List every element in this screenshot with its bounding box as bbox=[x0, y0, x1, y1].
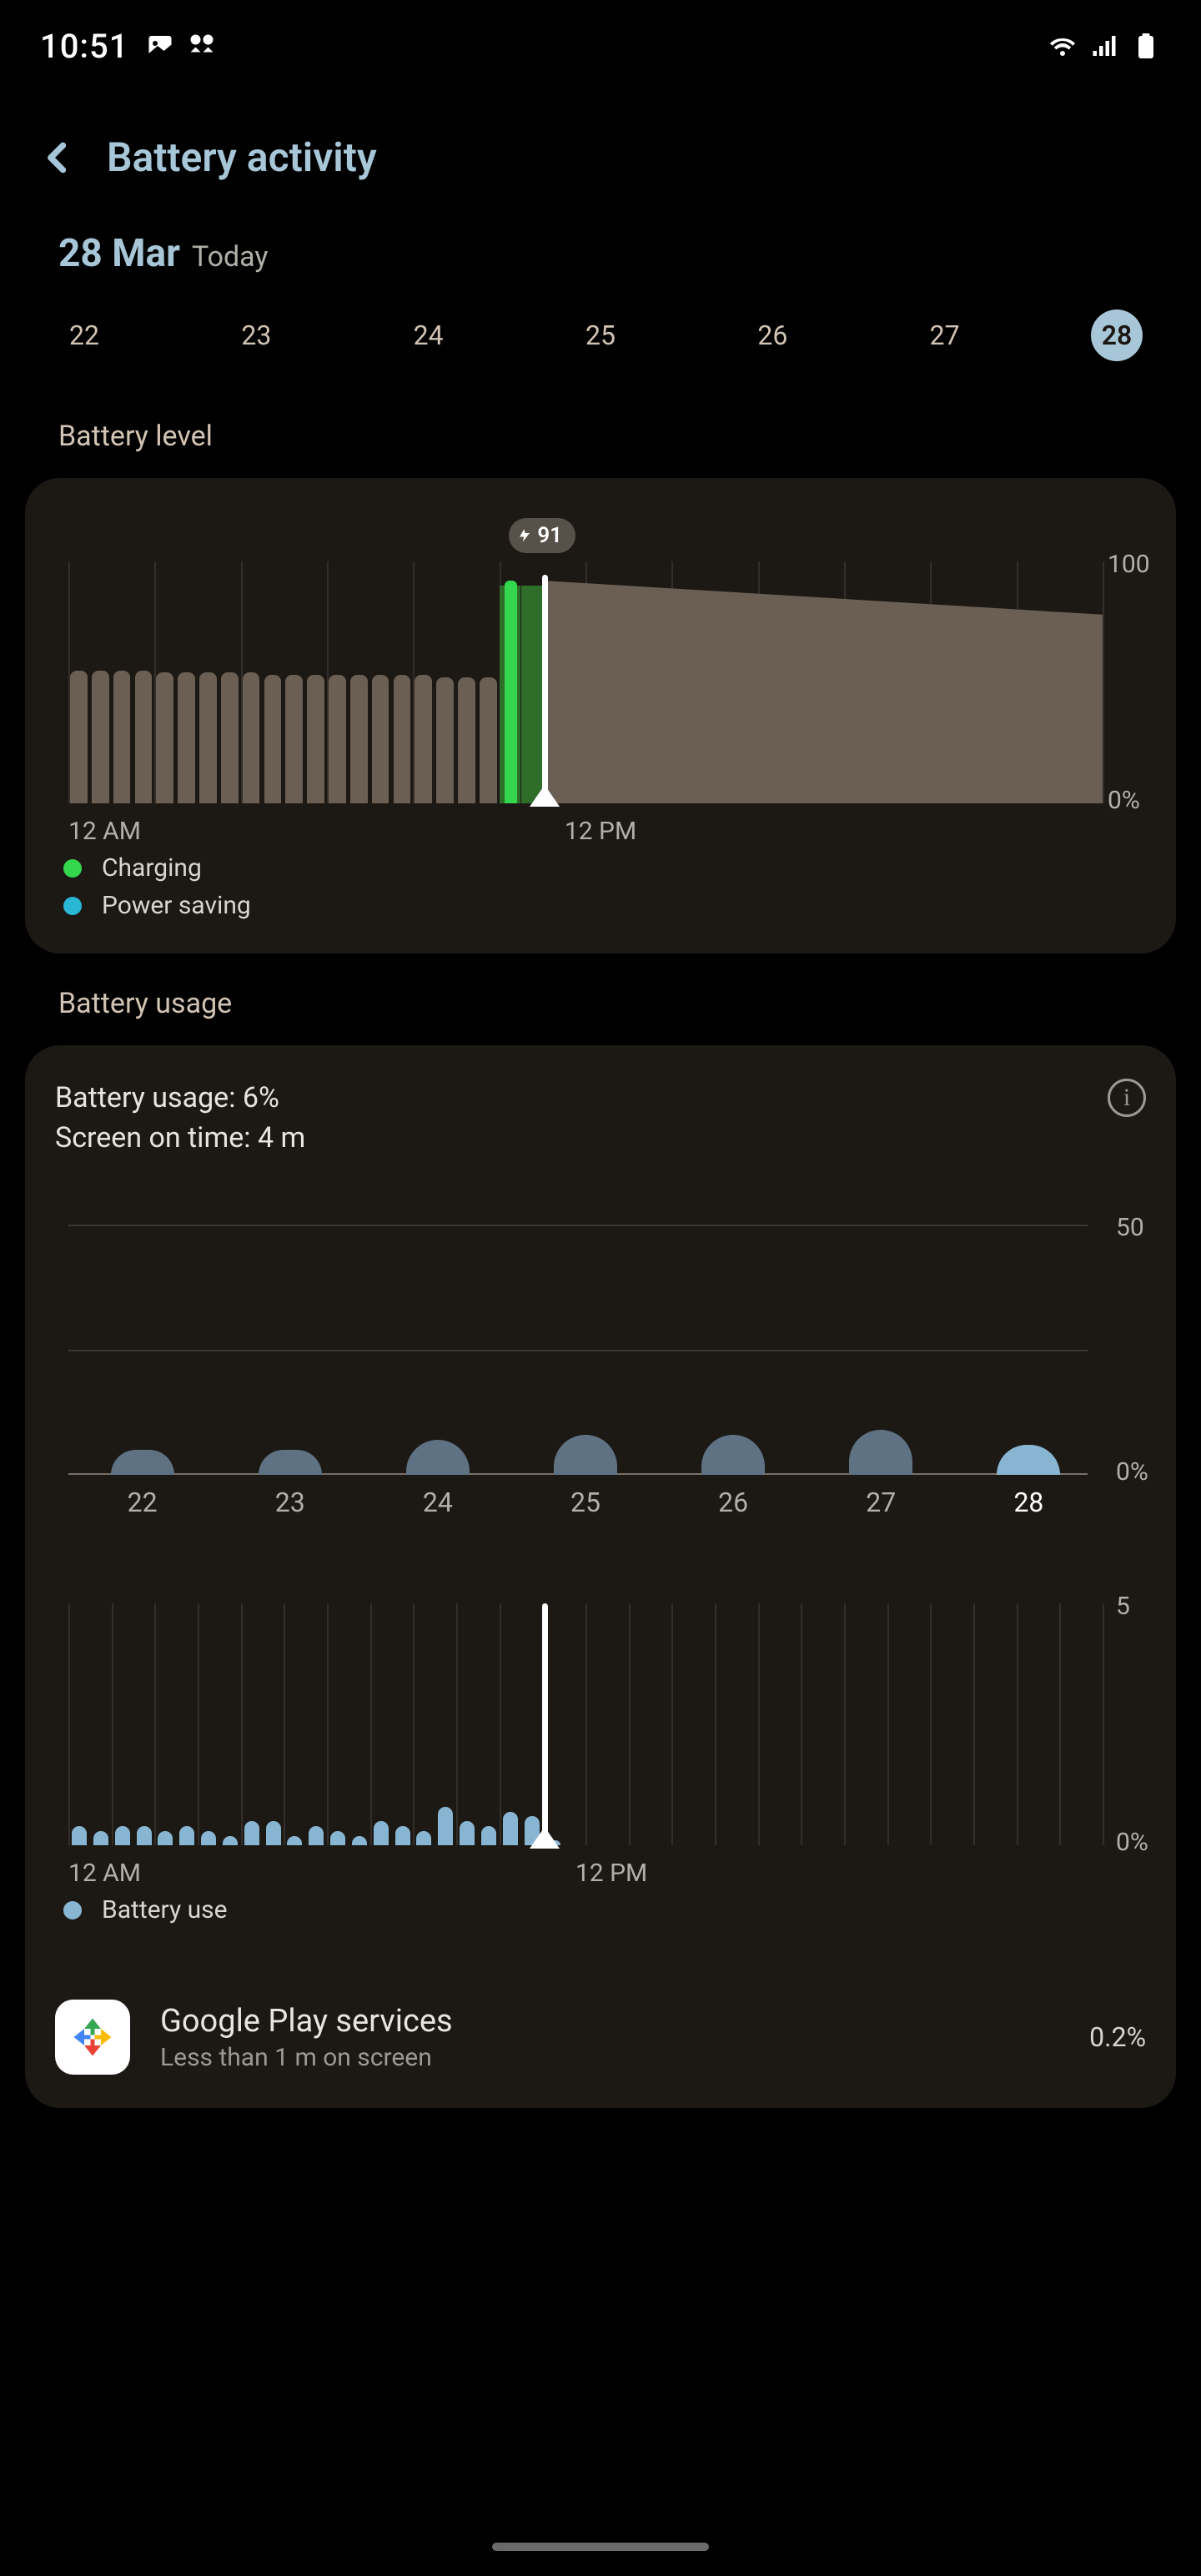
app-row-play-services[interactable]: Google Play services Less than 1 m on sc… bbox=[55, 2000, 1146, 2075]
day-chip-26[interactable]: 26 bbox=[746, 309, 798, 361]
battery-usage-card: Battery usage: 6% Screen on time: 4 m i … bbox=[25, 1045, 1176, 2108]
hourly-y-bottom: 0% bbox=[1116, 1828, 1158, 1857]
legend-power-saving: Power saving bbox=[63, 891, 1146, 920]
level-x-left: 12 AM bbox=[68, 817, 141, 846]
app-percent: 0.2% bbox=[1089, 2021, 1146, 2053]
usage-line2: Screen on time: 4 m bbox=[55, 1119, 305, 1159]
usage-stats: Battery usage: 6% Screen on time: 4 m bbox=[55, 1079, 305, 1158]
daily-x-26: 26 bbox=[718, 1487, 748, 1518]
hourly-legend: Battery use bbox=[55, 1895, 1146, 1924]
level-y-top: 100 bbox=[1108, 550, 1158, 579]
battery-icon bbox=[1131, 31, 1161, 61]
day-chip-22[interactable]: 22 bbox=[58, 309, 110, 361]
play-services-icon bbox=[55, 2000, 130, 2075]
autorotate-icon bbox=[187, 31, 217, 61]
app-subtitle: Less than 1 m on screen bbox=[160, 2043, 1059, 2072]
date-main: 28 Mar bbox=[58, 231, 180, 276]
hourly-usage-chart[interactable]: 5 0% bbox=[55, 1603, 1146, 1845]
daily-x-22: 22 bbox=[128, 1487, 158, 1518]
legend-charging: Charging bbox=[63, 853, 1146, 883]
level-indicator-bubble: 91 bbox=[509, 518, 575, 553]
status-bar: 10:51 bbox=[0, 0, 1201, 92]
page-header: Battery activity bbox=[0, 92, 1201, 181]
battery-level-card: 100 0% 91 12 AM 12 PM Charging Power sav… bbox=[25, 478, 1176, 953]
day-picker: 22 23 24 25 26 27 28 bbox=[0, 284, 1201, 395]
image-icon bbox=[145, 31, 175, 61]
level-y-bottom: 0% bbox=[1108, 786, 1158, 815]
usage-line1: Battery usage: 6% bbox=[55, 1079, 305, 1119]
wifi-icon bbox=[1048, 31, 1078, 61]
status-time: 10:51 bbox=[40, 27, 128, 66]
daily-x-24: 24 bbox=[423, 1487, 453, 1518]
level-legend: Charging Power saving bbox=[55, 853, 1146, 920]
daily-x-25: 25 bbox=[570, 1487, 600, 1518]
hourly-y-top: 5 bbox=[1116, 1592, 1158, 1621]
daily-y-bottom: 0% bbox=[1116, 1457, 1158, 1487]
daily-x-axis: 22 23 24 25 26 27 28 bbox=[55, 1487, 1146, 1520]
day-chip-27[interactable]: 27 bbox=[919, 309, 971, 361]
day-chip-24[interactable]: 24 bbox=[403, 309, 455, 361]
battery-level-label: Battery level bbox=[0, 395, 1201, 470]
hourly-x-left: 12 AM bbox=[68, 1859, 141, 1888]
day-chip-28[interactable]: 28 bbox=[1091, 309, 1143, 361]
hourly-x-mid: 12 PM bbox=[575, 1859, 647, 1888]
battery-usage-label: Battery usage bbox=[0, 962, 1201, 1037]
date-row: 28 Mar Today bbox=[0, 181, 1201, 284]
level-x-mid: 12 PM bbox=[565, 817, 636, 846]
day-chip-25[interactable]: 25 bbox=[575, 309, 626, 361]
daily-x-28: 28 bbox=[1013, 1487, 1043, 1518]
daily-x-23: 23 bbox=[275, 1487, 305, 1518]
info-icon[interactable]: i bbox=[1108, 1079, 1146, 1117]
daily-y-top: 50 bbox=[1116, 1213, 1158, 1242]
day-chip-23[interactable]: 23 bbox=[230, 309, 282, 361]
signal-icon bbox=[1089, 31, 1119, 61]
legend-battery-use: Battery use bbox=[63, 1895, 1146, 1924]
daily-x-27: 27 bbox=[866, 1487, 896, 1518]
daily-usage-chart[interactable]: 50 0% bbox=[55, 1225, 1146, 1475]
page-title: Battery activity bbox=[107, 133, 377, 181]
date-today-label: Today bbox=[192, 240, 269, 274]
gesture-handle[interactable] bbox=[492, 2543, 709, 2551]
back-icon[interactable] bbox=[40, 139, 77, 176]
battery-level-chart[interactable]: 100 0% 91 bbox=[55, 561, 1146, 803]
app-name: Google Play services bbox=[160, 2003, 1059, 2040]
